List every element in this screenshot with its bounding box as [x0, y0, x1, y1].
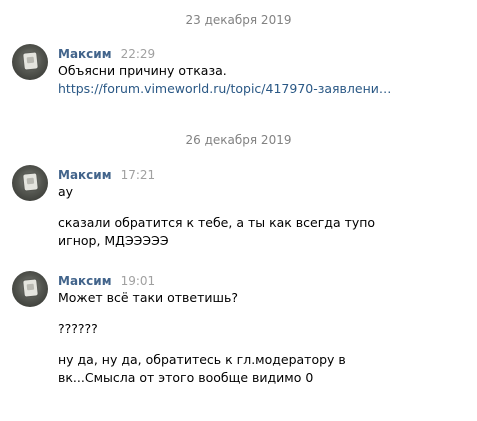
- message-text: Объясни причину отказа.: [58, 63, 227, 78]
- message-header: Максим 17:21: [58, 165, 468, 183]
- avatar[interactable]: [12, 44, 48, 80]
- avatar[interactable]: [12, 165, 48, 201]
- author-name[interactable]: Максим: [58, 168, 112, 182]
- message-text: ну да, ну да, обратитесь к гл.модератору…: [58, 352, 346, 385]
- message-time[interactable]: 19:01: [121, 274, 156, 288]
- message-text: ??????: [58, 321, 98, 336]
- message-group: Максим 19:01 Может всё таки ответишь? ??…: [12, 271, 472, 391]
- message-group: Максим 17:21 ау сказали обратится к тебе…: [12, 165, 472, 255]
- avatar[interactable]: [12, 271, 48, 307]
- message-body: Максим 17:21 ау сказали обратится к тебе…: [58, 165, 468, 250]
- message-time[interactable]: 17:21: [121, 168, 156, 182]
- message-header: Максим 22:29: [58, 44, 468, 62]
- author-name[interactable]: Максим: [58, 274, 112, 288]
- message-body: Максим 19:01 Может всё таки ответишь? ??…: [58, 271, 468, 387]
- message-text: ау: [58, 184, 74, 199]
- message-time[interactable]: 22:29: [121, 47, 156, 61]
- message-text: Может всё таки ответишь?: [58, 290, 238, 305]
- date-separator: 23 декабря 2019: [185, 13, 292, 27]
- message-text: сказали обратится к тебе, а ты как всегд…: [58, 215, 376, 248]
- message-header: Максим 19:01: [58, 271, 468, 289]
- author-name[interactable]: Максим: [58, 47, 112, 61]
- date-separator: 26 декабря 2019: [185, 133, 292, 147]
- forum-link[interactable]: https://forum.vimeworld.ru/topic/417970-…: [58, 80, 398, 98]
- message-group: Максим 22:29 Объясни причину отказа. htt…: [12, 44, 472, 100]
- message-body: Максим 22:29 Объясни причину отказа. htt…: [58, 44, 468, 98]
